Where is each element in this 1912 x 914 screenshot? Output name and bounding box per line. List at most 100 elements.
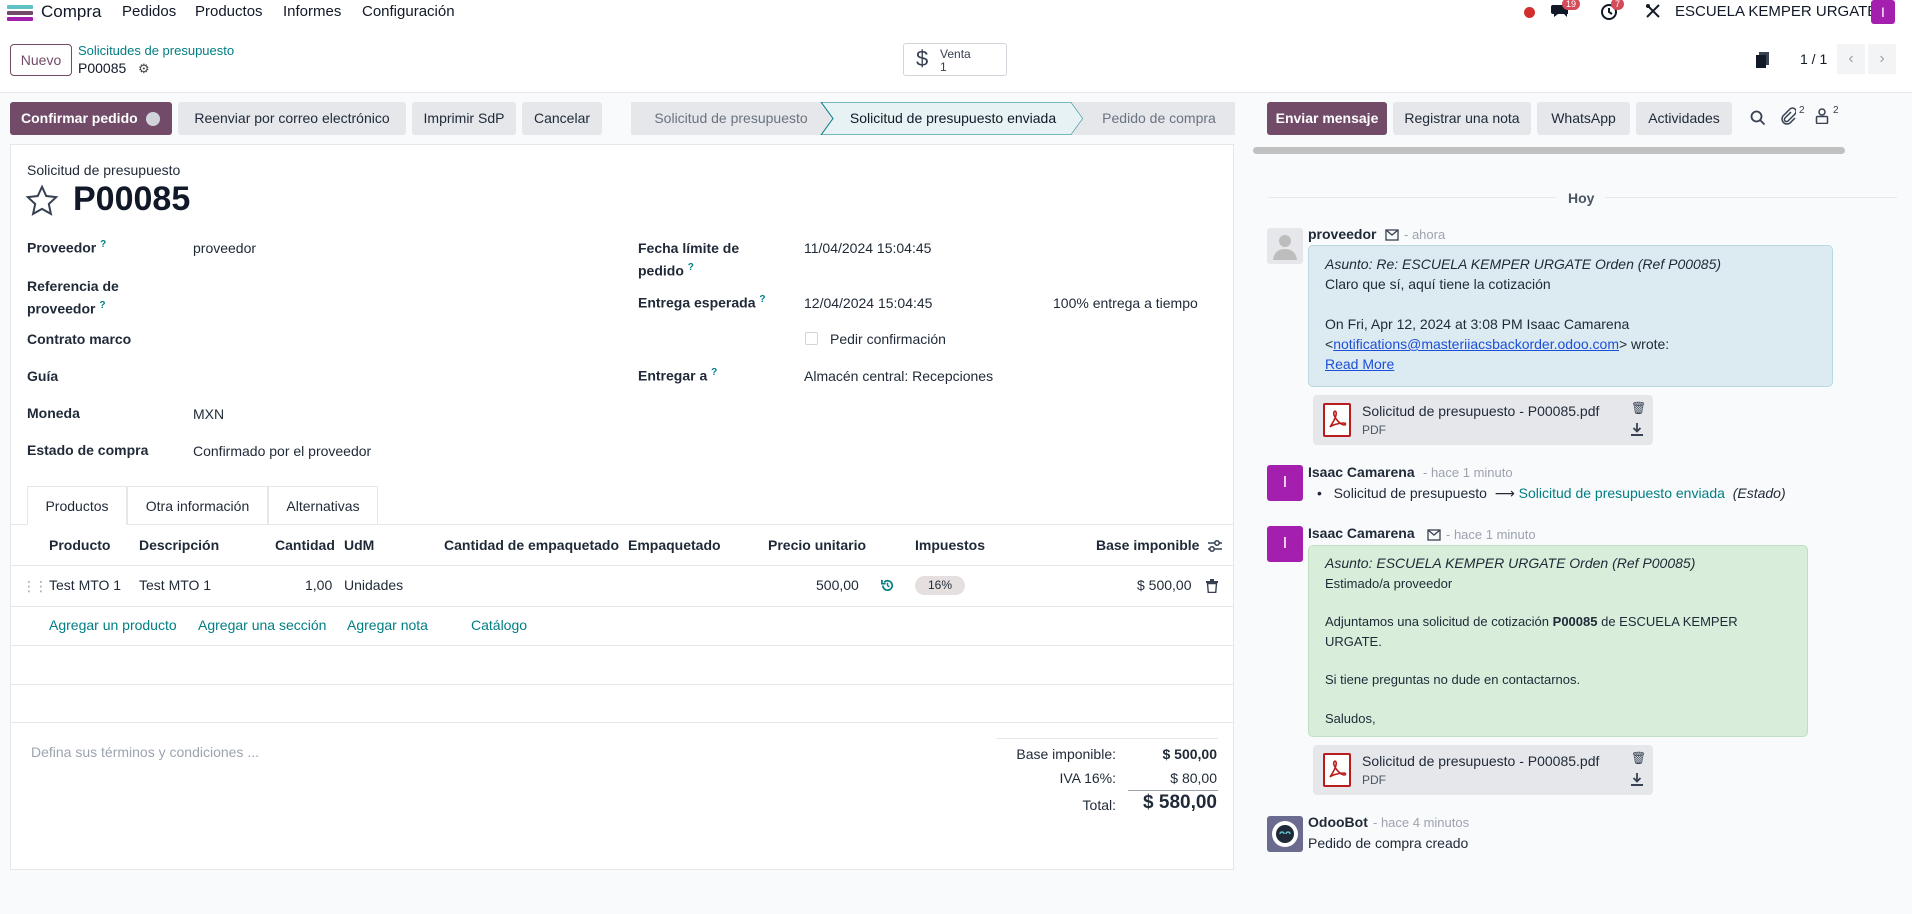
column-header-unit-price[interactable]: Precio unitario (768, 537, 866, 553)
search-icon[interactable] (1750, 110, 1766, 129)
control-panel: Nuevo Solicitudes de presupuesto P00085 … (0, 25, 1912, 93)
help-icon[interactable]: ? (99, 300, 105, 311)
status-step-rfq-sent[interactable]: Solicitud de presupuesto enviada (833, 102, 1073, 135)
total-label: Total: (1082, 797, 1116, 813)
expected-arrival-field[interactable]: 12/04/2024 15:04:45 (804, 295, 932, 311)
followers-button[interactable]: 2 (1815, 105, 1839, 127)
resend-email-button[interactable]: Reenviar por correo electrónico (178, 102, 406, 135)
deliver-to-field[interactable]: Almacén central: Recepciones (804, 368, 993, 384)
document-icon[interactable] (1756, 52, 1770, 69)
help-icon[interactable]: ? (100, 239, 106, 250)
pager-previous-button[interactable]: ‹ (1837, 44, 1865, 74)
confirm-order-button[interactable]: Confirmar pedido (10, 102, 172, 135)
debug-tools-icon[interactable] (1645, 3, 1665, 21)
breadcrumb[interactable]: Solicitudes de presupuesto (78, 43, 234, 58)
tab-other-info[interactable]: Otra información (127, 486, 268, 525)
gear-icon[interactable]: ⚙ (138, 61, 150, 77)
avatar[interactable] (1267, 228, 1303, 264)
whatsapp-button[interactable]: WhatsApp (1537, 102, 1630, 135)
blanket-order-field[interactable] (193, 331, 593, 351)
company-switcher[interactable]: ESCUELA KEMPER URGATE (1675, 3, 1877, 20)
new-button[interactable]: Nuevo (10, 44, 72, 76)
attachment-card[interactable]: Solicitud de presupuesto - P00085.pdf PD… (1313, 745, 1653, 795)
user-avatar[interactable]: I (1871, 0, 1895, 24)
row-product[interactable]: Test MTO 1 (49, 577, 121, 593)
ask-confirmation-checkbox[interactable] (805, 332, 818, 345)
odoobot-avatar[interactable] (1267, 816, 1303, 852)
download-icon[interactable] (1631, 773, 1643, 789)
activities-button[interactable]: Actividades (1636, 102, 1732, 135)
add-product-link[interactable]: Agregar un producto (49, 617, 177, 633)
row-description[interactable]: Test MTO 1 (139, 577, 211, 593)
email-link[interactable]: notifications@masteriiacsbackorder.odoo.… (1333, 336, 1619, 352)
column-header-product[interactable]: Producto (49, 537, 110, 553)
pdf-icon (1323, 753, 1351, 787)
app-name[interactable]: Compra (41, 2, 101, 22)
delete-attachment-icon[interactable]: 🗑 (1631, 401, 1646, 415)
star-icon[interactable] (25, 184, 59, 221)
status-step-rfq[interactable]: Solicitud de presupuesto (631, 102, 831, 135)
column-header-packaging[interactable]: Empaquetado (628, 537, 721, 553)
message-time: - hace 4 minutos (1373, 815, 1470, 830)
vendor-reference-field[interactable] (193, 280, 593, 300)
attachment-card[interactable]: Solicitud de presupuesto - P00085.pdf PD… (1313, 395, 1653, 445)
attachment-name[interactable]: Solicitud de presupuesto - P00085.pdf (1362, 753, 1599, 769)
order-deadline-field[interactable]: 11/04/2024 15:04:45 (804, 240, 931, 256)
help-icon[interactable]: ? (688, 262, 694, 273)
send-message-button[interactable]: Enviar mensaje (1267, 102, 1387, 135)
catalog-link[interactable]: Catálogo (471, 617, 527, 633)
terms-input[interactable]: Defina sus términos y condiciones ... (31, 744, 259, 760)
currency-field[interactable]: MXN (193, 406, 224, 422)
delete-attachment-icon[interactable]: 🗑 (1631, 751, 1646, 765)
drag-handle-icon[interactable]: ⋮⋮ (22, 578, 48, 595)
download-icon[interactable] (1631, 423, 1643, 439)
recording-indicator-icon[interactable] (1524, 7, 1535, 18)
print-rfq-button[interactable]: Imprimir SdP (412, 102, 516, 135)
guide-field[interactable] (193, 368, 593, 388)
message-author[interactable]: OdooBot (1308, 814, 1368, 830)
column-header-uom[interactable]: UdM (344, 537, 374, 553)
menu-configuracion[interactable]: Configuración (362, 3, 455, 20)
messages-icon[interactable]: 19 (1551, 0, 1581, 21)
status-step-purchase-order[interactable]: Pedido de compra (1083, 102, 1235, 135)
cancel-button[interactable]: Cancelar (522, 102, 602, 135)
avatar[interactable]: I (1267, 465, 1303, 501)
add-section-link[interactable]: Agregar una sección (198, 617, 326, 633)
row-quantity[interactable]: 1,00 (305, 577, 332, 593)
help-icon[interactable]: ? (759, 294, 765, 305)
help-icon[interactable]: ? (711, 367, 717, 378)
activities-icon[interactable]: 7 (1600, 0, 1625, 21)
vendor-field[interactable]: proveedor (193, 240, 256, 256)
add-note-link[interactable]: Agregar nota (347, 617, 428, 633)
column-header-description[interactable]: Descripción (139, 537, 219, 553)
row-unit-price[interactable]: 500,00 (816, 577, 859, 593)
log-note-button[interactable]: Registrar una nota (1393, 102, 1531, 135)
attachment-name[interactable]: Solicitud de presupuesto - P00085.pdf (1362, 403, 1599, 419)
column-header-quantity[interactable]: Cantidad (275, 537, 335, 553)
row-tax-tag[interactable]: 16% (915, 576, 965, 595)
row-uom[interactable]: Unidades (344, 577, 403, 593)
delete-row-icon[interactable] (1206, 579, 1218, 596)
menu-productos[interactable]: Productos (195, 3, 263, 20)
column-header-taxes[interactable]: Impuestos (915, 537, 985, 553)
price-history-icon[interactable] (880, 578, 895, 596)
menu-informes[interactable]: Informes (283, 3, 341, 20)
avatar[interactable]: I (1267, 526, 1303, 562)
message-author[interactable]: proveedor (1308, 226, 1376, 242)
apps-menu-icon[interactable] (7, 5, 33, 21)
column-header-subtotal[interactable]: Base imponible (1096, 537, 1199, 553)
attachments-button[interactable]: 2 (1780, 105, 1805, 128)
message-author[interactable]: Isaac Camarena (1308, 464, 1415, 480)
purchase-state-field[interactable]: Confirmado por el proveedor (193, 443, 371, 459)
tab-products[interactable]: Productos (27, 486, 127, 525)
pager-next-button[interactable]: › (1868, 44, 1896, 74)
horizontal-scrollbar[interactable] (1253, 147, 1845, 154)
smart-button-sales[interactable]: $ Venta 1 (903, 43, 1007, 76)
menu-pedidos[interactable]: Pedidos (122, 3, 176, 20)
column-header-packaging-qty[interactable]: Cantidad de empaquetado (444, 537, 619, 553)
pager-value[interactable]: 1 / 1 (1800, 51, 1827, 67)
message-author[interactable]: Isaac Camarena (1308, 525, 1415, 541)
optional-columns-icon[interactable] (1207, 538, 1223, 557)
read-more-link[interactable]: Read More (1325, 356, 1394, 372)
tab-alternatives[interactable]: Alternativas (268, 486, 378, 525)
